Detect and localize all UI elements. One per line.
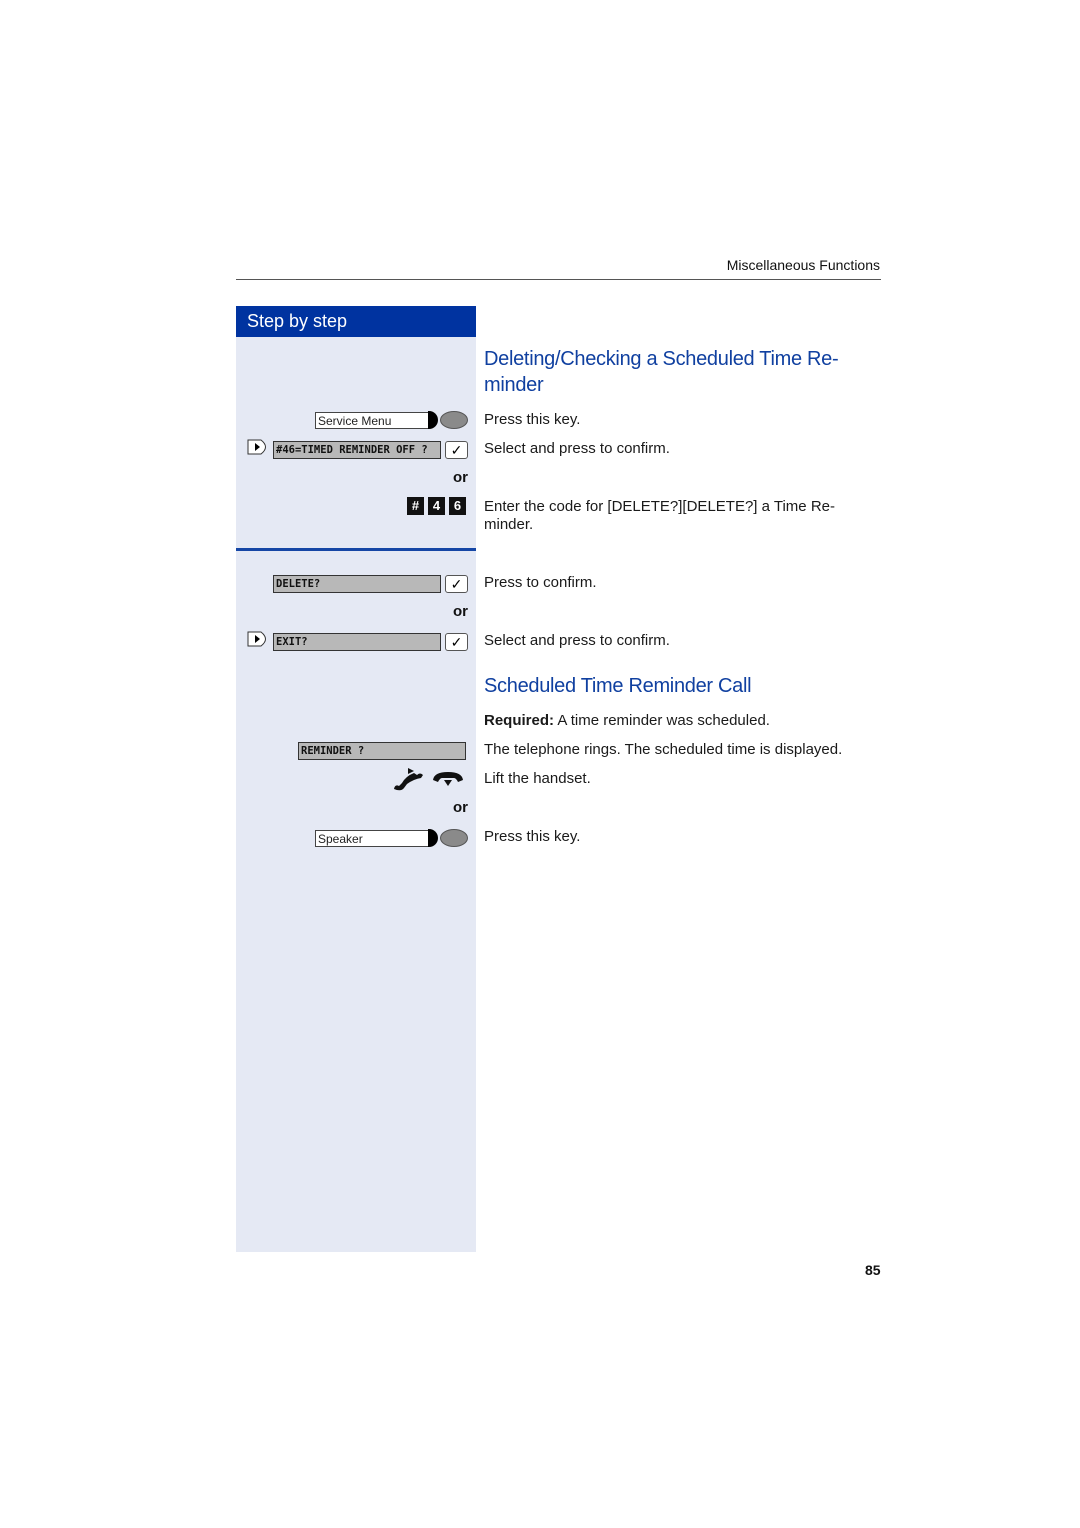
confirm-check-icon[interactable]: ✓ xyxy=(445,633,468,651)
step-text: Select and press to confirm. xyxy=(484,440,670,457)
page-number: 85 xyxy=(865,1262,881,1278)
sidebar-divider xyxy=(236,548,476,551)
display-reminder: REMINDER ? xyxy=(298,742,466,760)
required-text: A time reminder was scheduled. xyxy=(554,712,770,729)
step-text: Press to confirm. xyxy=(484,574,597,591)
header-divider xyxy=(236,279,881,280)
hash-key[interactable]: # xyxy=(407,497,424,515)
step-text: Press this key. xyxy=(484,828,581,845)
digit-6-key[interactable]: 6 xyxy=(449,497,466,515)
or-connector: or xyxy=(453,799,468,816)
confirm-check-icon[interactable]: ✓ xyxy=(445,441,468,459)
section-title: Miscellaneous Functions xyxy=(726,257,880,273)
navigate-arrow-icon[interactable] xyxy=(247,439,271,455)
section-heading-deleting: Deleting/Checking a Scheduled Time Re- m… xyxy=(484,346,839,398)
sidebar-title: Step by step xyxy=(247,311,348,331)
text-line: minder. xyxy=(484,516,534,533)
required-label: Required: xyxy=(484,712,555,729)
step-text: Press this key. xyxy=(484,411,581,428)
display-delete[interactable]: DELETE? xyxy=(273,575,441,593)
step-text: The telephone rings. The scheduled time … xyxy=(484,741,843,758)
digit-4-key[interactable]: 4 xyxy=(428,497,445,515)
display-timed-reminder-off[interactable]: #46=TIMED REMINDER OFF ? xyxy=(273,441,441,459)
handset-lift-icon[interactable] xyxy=(392,766,468,792)
section-heading-reminder-call: Scheduled Time Reminder Call xyxy=(484,675,752,697)
navigate-arrow-icon[interactable] xyxy=(247,631,271,647)
heading-line-2: minder xyxy=(484,374,544,396)
speaker-key-label[interactable]: Speaker xyxy=(315,830,428,847)
display-exit[interactable]: EXIT? xyxy=(273,633,441,651)
step-text: Enter the code for [DELETE?][DELETE?] a … xyxy=(484,498,879,534)
or-connector: or xyxy=(453,603,468,620)
heading-line-1: Deleting/Checking a Scheduled Time Re- xyxy=(484,348,839,370)
step-text: Select and press to confirm. xyxy=(484,632,670,649)
text-line: Enter the code for [DELETE?][DELETE?] a … xyxy=(484,498,835,515)
confirm-check-icon[interactable]: ✓ xyxy=(445,575,468,593)
sidebar-header: Step by step xyxy=(236,306,476,337)
or-connector: or xyxy=(453,469,468,486)
speaker-button[interactable] xyxy=(440,829,468,847)
service-menu-button[interactable] xyxy=(440,411,468,429)
required-note: Required: A time reminder was scheduled. xyxy=(484,712,879,730)
step-text: Lift the handset. xyxy=(484,770,591,787)
service-menu-key-label[interactable]: Service Menu xyxy=(315,412,428,429)
